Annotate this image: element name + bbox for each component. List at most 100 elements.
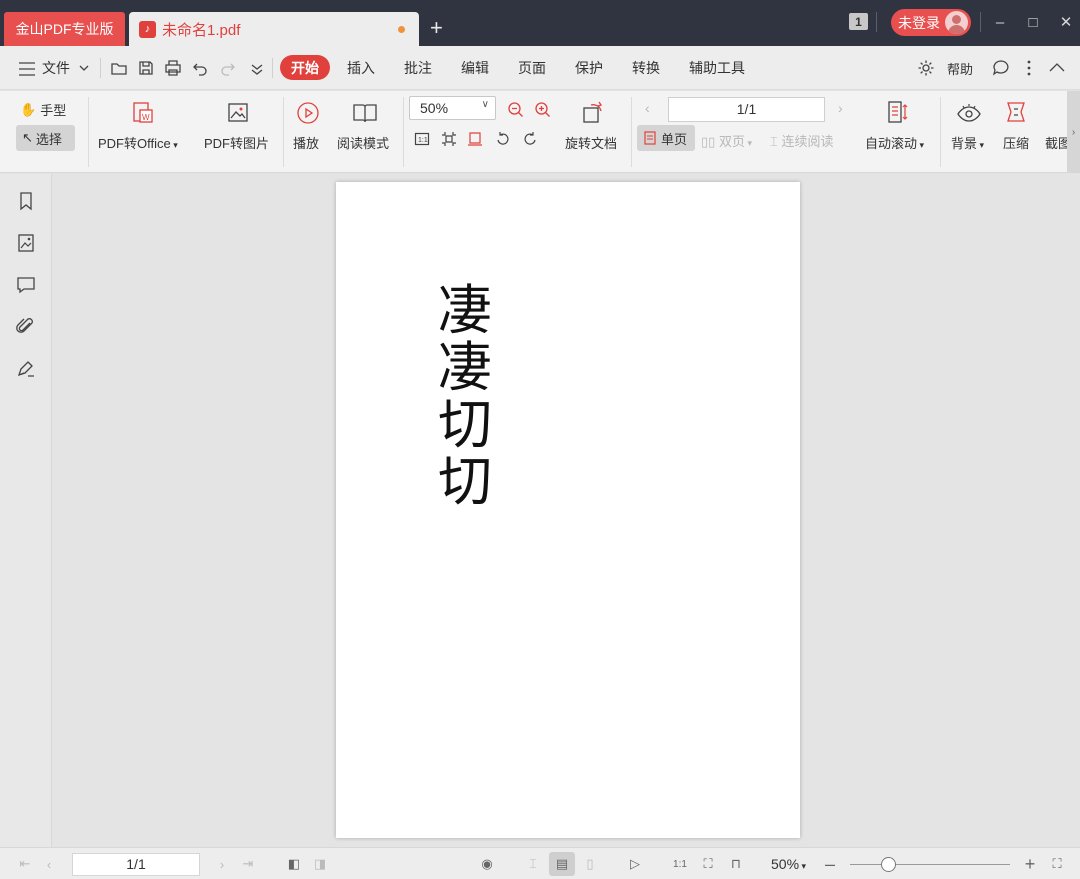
- zoom-slider-track[interactable]: [850, 864, 1010, 865]
- compress-icon[interactable]: [1004, 100, 1028, 124]
- menu-icon[interactable]: [18, 60, 36, 78]
- first-page-icon[interactable]: ⇤: [17, 856, 33, 872]
- play-status-icon[interactable]: ▷: [627, 856, 643, 872]
- zoom-select[interactable]: 50% ∨: [409, 96, 496, 120]
- document-tab[interactable]: ♪ 未命名1.pdf: [129, 12, 419, 46]
- next-view-icon[interactable]: ◨: [312, 856, 328, 872]
- hand-tool[interactable]: ✋ 手型: [20, 100, 66, 119]
- last-page-icon[interactable]: ⇥: [240, 856, 256, 872]
- fit-width-icon[interactable]: [467, 131, 483, 147]
- single-page-status-icon[interactable]: ▤: [549, 852, 575, 876]
- divider: [631, 97, 632, 167]
- save-icon[interactable]: [137, 59, 155, 77]
- zoom-in-status-icon[interactable]: +: [1022, 854, 1038, 874]
- play-button[interactable]: 播放: [293, 133, 319, 152]
- eye-protect-icon[interactable]: ◉: [479, 856, 495, 872]
- pdf-to-image-icon[interactable]: [226, 101, 250, 125]
- auto-scroll-button[interactable]: 自动滚动 ▾: [865, 133, 924, 152]
- avatar: [945, 11, 968, 34]
- next-page-icon[interactable]: ›: [838, 100, 843, 116]
- thumbnail-icon[interactable]: [16, 233, 36, 253]
- tab-tools[interactable]: 辅助工具: [689, 58, 745, 78]
- tab-convert[interactable]: 转换: [632, 58, 660, 78]
- brand-tab[interactable]: 金山PDF专业版: [4, 12, 125, 46]
- continuous-read-button[interactable]: ⌶ 连续阅读: [770, 131, 833, 150]
- tab-annotate[interactable]: 批注: [404, 58, 432, 78]
- zoom-slider-thumb[interactable]: [881, 857, 896, 872]
- rotate-document-button[interactable]: 旋转文档: [565, 133, 617, 152]
- actual-size-status-icon[interactable]: 1:1: [672, 856, 688, 872]
- login-button[interactable]: 未登录: [891, 9, 971, 36]
- fit-page-status-icon[interactable]: ⛶: [700, 856, 716, 872]
- undo-icon[interactable]: [191, 59, 209, 77]
- fullscreen-icon[interactable]: ⛶: [1049, 856, 1065, 872]
- prev-page-icon[interactable]: ‹: [645, 100, 650, 116]
- zoom-out-status-icon[interactable]: –: [822, 854, 838, 874]
- bookmark-icon[interactable]: [16, 191, 36, 211]
- tab-insert[interactable]: 插入: [347, 58, 375, 78]
- prev-page-icon[interactable]: ‹: [41, 856, 57, 872]
- pdf-to-office-button[interactable]: PDF转Office ▾: [98, 133, 178, 152]
- divider: [980, 12, 981, 32]
- document-viewer[interactable]: 凄 凄 切 切: [52, 174, 1080, 847]
- read-mode-button[interactable]: 阅读模式: [337, 133, 389, 152]
- select-tool-label: 选择: [35, 131, 62, 147]
- file-menu[interactable]: 文件: [42, 58, 70, 78]
- pdf-to-image-button[interactable]: PDF转图片: [204, 133, 269, 152]
- redo-icon[interactable]: [219, 59, 237, 77]
- customize-icon[interactable]: [248, 59, 266, 77]
- window-count-badge[interactable]: 1: [849, 13, 868, 30]
- comment-icon[interactable]: [16, 275, 36, 295]
- feedback-icon[interactable]: [992, 59, 1010, 77]
- double-page-status-icon[interactable]: ▯: [582, 856, 598, 872]
- divider: [88, 97, 89, 167]
- status-zoom-select[interactable]: 50% ▾: [771, 856, 806, 872]
- compress-button[interactable]: 压缩: [1003, 133, 1029, 152]
- double-page-button[interactable]: ▯▯ 双页 ▾: [701, 131, 752, 150]
- close-icon[interactable]: ✕: [1056, 12, 1076, 32]
- select-tool[interactable]: ↖ 选择: [16, 125, 75, 151]
- more-icon[interactable]: [1020, 59, 1038, 77]
- tab-protect[interactable]: 保护: [575, 58, 603, 78]
- print-icon[interactable]: [164, 59, 182, 77]
- title-bar: 金山PDF专业版 ♪ 未命名1.pdf + 1 未登录 – □ ✕: [0, 0, 1080, 46]
- tab-edit[interactable]: 编辑: [461, 58, 489, 78]
- tab-start[interactable]: 开始: [280, 55, 330, 80]
- attachment-icon[interactable]: [16, 317, 36, 337]
- status-page-input[interactable]: 1/1: [72, 853, 200, 876]
- open-folder-icon[interactable]: [110, 59, 128, 77]
- screenshot-button[interactable]: 截图: [1045, 133, 1067, 152]
- tab-page[interactable]: 页面: [518, 58, 546, 78]
- collapse-ribbon-icon[interactable]: [1048, 59, 1066, 77]
- auto-scroll-icon[interactable]: [887, 100, 909, 126]
- help-menu[interactable]: 帮助: [947, 59, 973, 78]
- left-sidebar: [0, 174, 52, 847]
- rotate-counterclockwise-icon[interactable]: [522, 131, 538, 147]
- play-icon[interactable]: [296, 101, 320, 125]
- single-page-button[interactable]: 单页: [637, 125, 695, 151]
- page-number-input[interactable]: 1/1: [668, 97, 825, 122]
- pdf-to-office-icon[interactable]: W: [131, 101, 155, 125]
- next-page-icon[interactable]: ›: [214, 856, 230, 872]
- rotate-document-icon[interactable]: [580, 99, 606, 125]
- minimize-icon[interactable]: –: [990, 12, 1010, 32]
- new-tab-icon[interactable]: +: [430, 16, 443, 40]
- fit-width-status-icon[interactable]: ⌶: [525, 856, 541, 872]
- ribbon-scroll-right-icon[interactable]: ›: [1067, 91, 1080, 173]
- prev-view-icon[interactable]: ◧: [286, 856, 302, 872]
- read-mode-icon[interactable]: [352, 101, 378, 125]
- settings-icon[interactable]: [917, 59, 935, 77]
- eye-icon[interactable]: [956, 103, 982, 123]
- maximize-icon[interactable]: □: [1023, 12, 1043, 32]
- chevron-down-icon[interactable]: [78, 62, 90, 74]
- zoom-in-icon[interactable]: [534, 101, 552, 119]
- fit-width-icon[interactable]: ⊓: [728, 856, 744, 872]
- fit-page-icon[interactable]: [441, 131, 457, 147]
- signature-icon[interactable]: [16, 359, 36, 379]
- zoom-out-icon[interactable]: [507, 101, 525, 119]
- pdf-page[interactable]: 凄 凄 切 切: [336, 182, 800, 838]
- rotate-clockwise-icon[interactable]: [495, 131, 511, 147]
- text-char: 凄: [438, 279, 492, 342]
- actual-size-icon[interactable]: 1:1: [414, 131, 430, 147]
- background-button[interactable]: 背景 ▾: [951, 133, 984, 152]
